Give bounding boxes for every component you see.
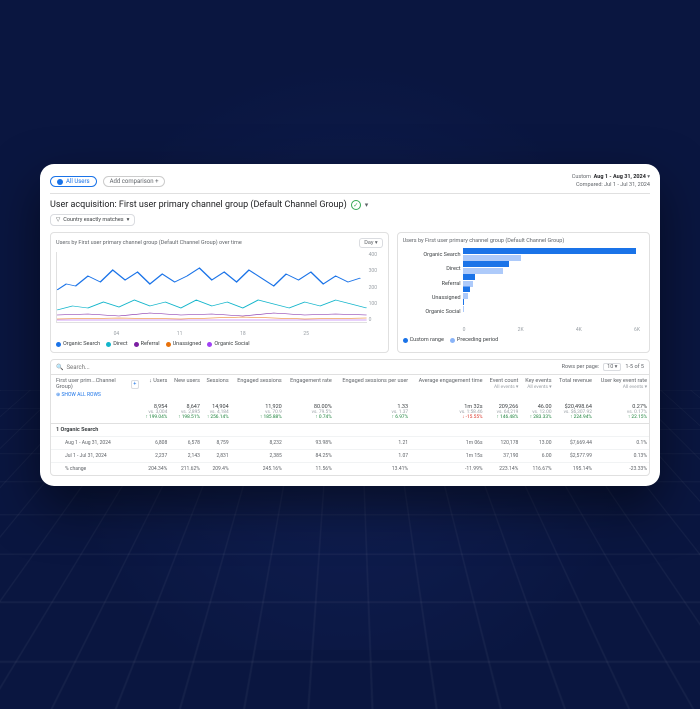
report-title: User acquisition: First user primary cha… <box>50 200 347 210</box>
panel-title: Users by First user primary channel grou… <box>56 240 242 246</box>
chevron-down-icon[interactable]: ▾ <box>365 201 369 209</box>
show-all-rows[interactable]: ⊕ SHOW ALL ROWS <box>56 392 139 398</box>
report-title-row: User acquisition: First user primary cha… <box>50 200 650 210</box>
granularity-select[interactable]: Day ▾ <box>359 238 382 248</box>
table-header-row: First user prim...Channel Group)+ ⊕ SHOW… <box>51 375 649 401</box>
table-row[interactable]: 1 Organic Search <box>51 424 649 437</box>
filter-icon: ▽ <box>56 217 60 223</box>
table-row[interactable]: Aug 1 - Aug 31, 20246,8086,5788,7598,232… <box>51 437 649 450</box>
search-input[interactable] <box>66 364 166 371</box>
y-axis: 4003002001000 <box>369 252 383 323</box>
panel-title: Users by First user primary channel grou… <box>403 238 565 244</box>
bar-legend: Custom range Preceding period <box>403 337 644 343</box>
table-search[interactable]: 🔍 <box>56 364 562 371</box>
add-comparison-button[interactable]: Add comparison + <box>103 176 166 187</box>
table-row[interactable]: % change204.34%211.62%209.4%245.16%11.56… <box>51 463 649 476</box>
bar-plot <box>463 248 640 319</box>
line-chart-panel: Users by First user primary channel grou… <box>50 232 389 353</box>
totals-row: 8,954vs. 3,004↑ 199.04%8,647vs. 2,895↑ 1… <box>51 401 649 424</box>
table-row[interactable]: Jul 1 - Jul 31, 20242,2372,1432,8312,385… <box>51 450 649 463</box>
search-icon: 🔍 <box>56 364 63 371</box>
line-legend: Organic Search Direct Referral Unassigne… <box>56 341 383 347</box>
pagination[interactable]: Rows per page: 10 ▾ 1-5 of 5 <box>562 363 644 371</box>
add-dimension-button[interactable]: + <box>131 380 139 389</box>
bar-x-axis: 02K4K6K <box>463 327 640 333</box>
chevron-down-icon: ▾ <box>127 217 130 223</box>
bar-labels: Organic SearchDirectReferralUnassignedOr… <box>403 248 461 319</box>
data-table: 🔍 Rows per page: 10 ▾ 1-5 of 5 First use… <box>50 359 650 476</box>
date-range-picker[interactable]: Custom Aug 1 - Aug 31, 2024 ▾ Compared: … <box>572 174 650 189</box>
verified-icon: ✓ <box>351 200 361 210</box>
all-users-chip[interactable]: All Users <box>50 176 97 187</box>
line-plot <box>56 252 367 323</box>
filter-chip[interactable]: ▽ Country exactly matches ▾ <box>50 214 135 226</box>
topbar: All Users Add comparison + Custom Aug 1 … <box>50 174 650 194</box>
x-axis: 04111825 <box>56 331 367 337</box>
analytics-report: All Users Add comparison + Custom Aug 1 … <box>40 164 660 486</box>
bar-chart-panel: Users by First user primary channel grou… <box>397 232 650 353</box>
